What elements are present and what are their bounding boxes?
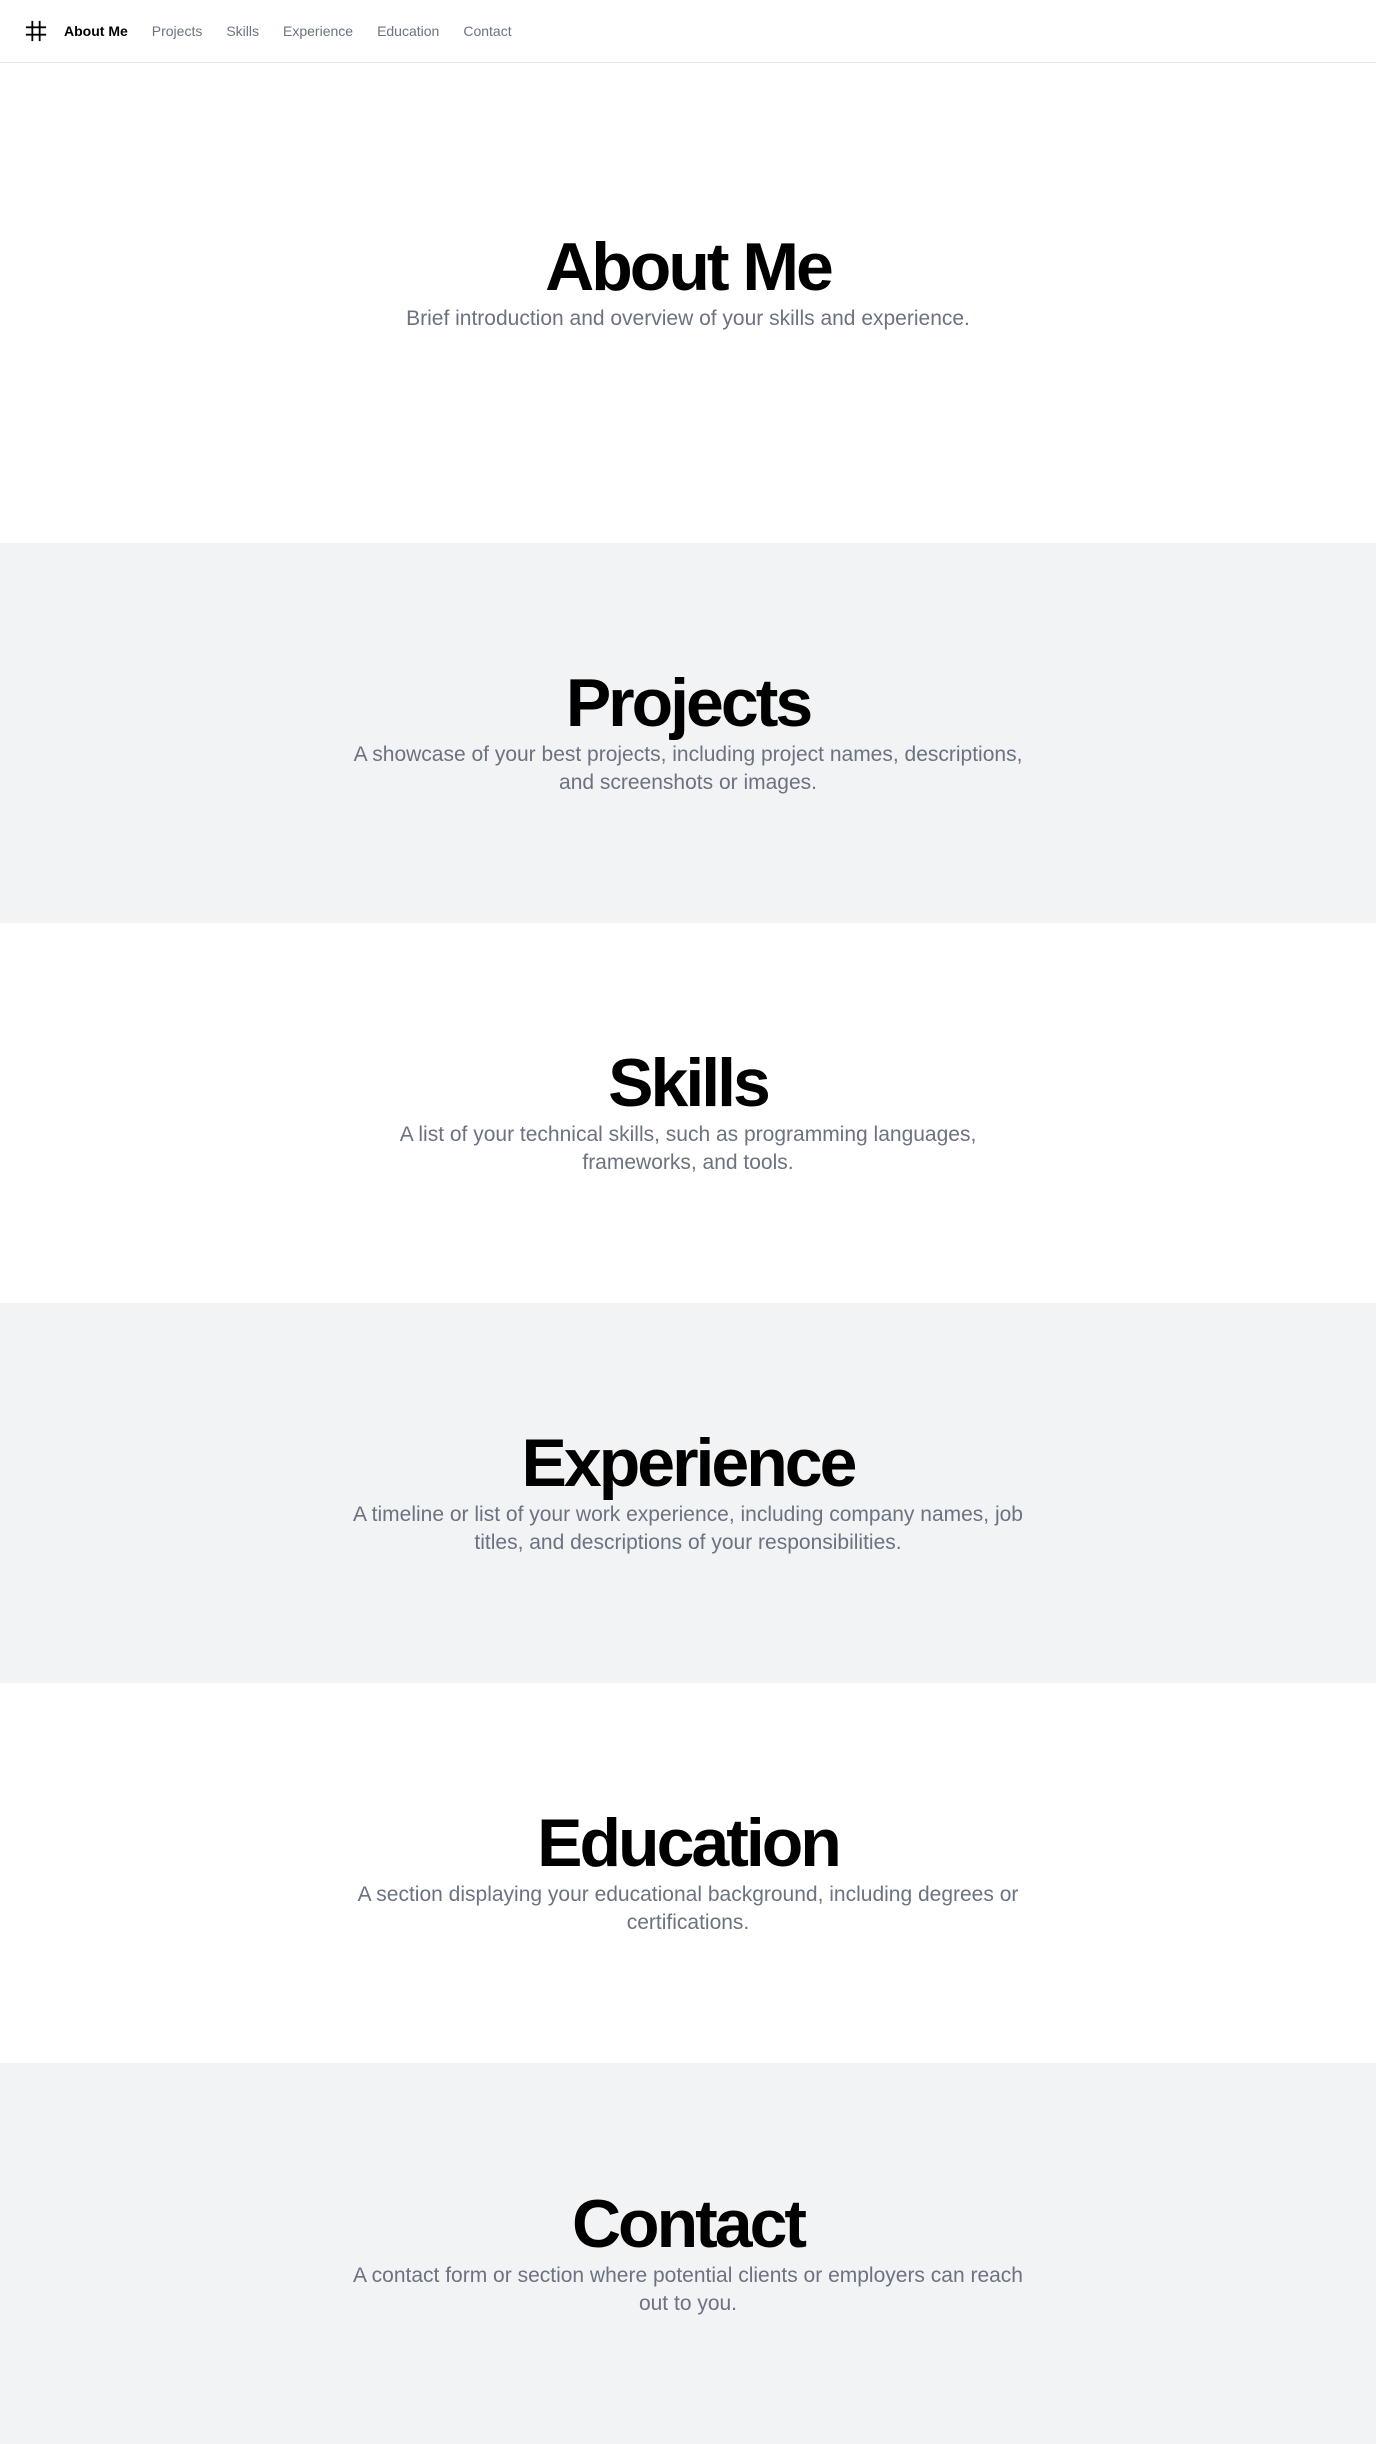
skills-description: A list of your technical skills, such as…: [399, 1123, 977, 1174]
nav-link-about-me[interactable]: About Me: [64, 23, 128, 39]
main-content: About Me Brief introduction and overview…: [0, 63, 1376, 2444]
skills-title: Skills: [608, 1045, 771, 1121]
about-title: About Me: [545, 229, 834, 305]
projects-title: Projects: [565, 665, 813, 741]
experience-title: Experience: [521, 1425, 858, 1501]
about-description: Brief introduction and overview of your …: [406, 307, 970, 330]
nav-link-education[interactable]: Education: [377, 23, 439, 39]
contact-description: A contact form or section where potentia…: [353, 2263, 1023, 2315]
contact-section: Contact A contact form or section where …: [0, 2063, 1376, 2444]
contact-title: Contact: [571, 2185, 807, 2262]
education-title: Education: [537, 1805, 842, 1881]
nav-links: About Me Projects Skills Experience Educ…: [64, 23, 512, 39]
projects-section: Projects A showcase of your best project…: [0, 543, 1376, 923]
nav-link-contact[interactable]: Contact: [463, 23, 511, 39]
nav-link-experience[interactable]: Experience: [283, 23, 353, 39]
top-navbar: About Me Projects Skills Experience Educ…: [0, 0, 1376, 63]
about-section: About Me Brief introduction and overview…: [0, 63, 1376, 543]
projects-description: A showcase of your best projects, includ…: [353, 743, 1023, 794]
skills-section: Skills A list of your technical skills, …: [0, 923, 1376, 1303]
education-description: A section displaying your educational ba…: [357, 1883, 1019, 1934]
hash-icon[interactable]: [24, 19, 48, 43]
nav-link-skills[interactable]: Skills: [226, 23, 259, 39]
experience-section: Experience A timeline or list of your wo…: [0, 1303, 1376, 1683]
experience-description: A timeline or list of your work experien…: [353, 1503, 1023, 1554]
nav-link-projects[interactable]: Projects: [152, 23, 203, 39]
education-section: Education A section displaying your educ…: [0, 1683, 1376, 2063]
